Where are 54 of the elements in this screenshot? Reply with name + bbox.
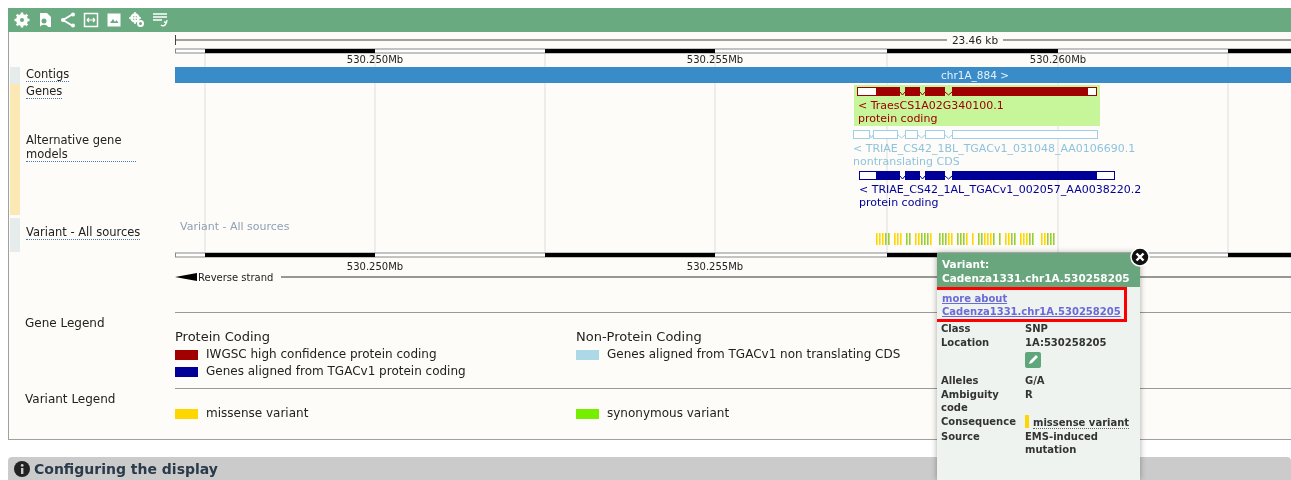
field-label: Class: [941, 322, 972, 335]
legend-title: Variant Legend: [24, 391, 117, 408]
ruler-tick-label: 530.250Mb: [346, 261, 404, 272]
legend-title: Gene Legend: [24, 315, 106, 332]
gene-biotype: protein coding: [858, 111, 938, 125]
gene-model[interactable]: [857, 87, 1097, 96]
track-label[interactable]: Alternative gene models: [26, 133, 136, 162]
list-icon[interactable]: [152, 12, 168, 28]
legend-label: Genes aligned from TGACv1 non translating CDS: [607, 346, 901, 363]
field-value: EMS-induced mutation: [1025, 430, 1099, 456]
track-label[interactable]: Genes: [26, 84, 63, 99]
gear-icon[interactable]: [14, 12, 30, 28]
info-icon: [14, 461, 30, 477]
field-label: Consequence: [941, 415, 1017, 429]
field-value: R: [1025, 388, 1033, 401]
ruler-tick-label: 530.260Mb: [1029, 54, 1087, 65]
edit-icon[interactable]: [1025, 352, 1041, 368]
field-value: 1A:530258205: [1025, 337, 1107, 348]
gene-model[interactable]: [859, 171, 1115, 180]
legend-heading: Protein Coding: [175, 329, 271, 344]
gene-biotype: nontranslating CDS: [853, 154, 960, 168]
share-icon[interactable]: [60, 12, 76, 28]
track-handle[interactable]: [10, 218, 20, 252]
scale-length: 23.46 kb: [951, 34, 999, 46]
window-icon[interactable]: [83, 12, 99, 28]
image-icon[interactable]: [106, 12, 122, 28]
field-value: SNP: [1025, 322, 1048, 335]
gene-name[interactable]: < TraesCS1A02G340100.1: [858, 99, 1004, 112]
legend-label: synonymous variant: [607, 405, 730, 422]
legend-label: IWGSC high confidence protein coding: [206, 346, 437, 363]
more-about-link[interactable]: more about Cadenza1331.chr1A.530258205: [942, 292, 1124, 318]
track-watermark-label: Variant - All sources: [180, 220, 290, 233]
popup-title: Variant: Cadenza1331.chr1A.530258205: [937, 253, 1140, 287]
ruler-tick-label: 530.255Mb: [686, 54, 744, 65]
legend-label: Genes aligned from TGACv1 protein coding: [206, 363, 466, 380]
field-value: G/A: [1025, 374, 1045, 387]
legend-heading: Non-Protein Coding: [576, 329, 702, 344]
document-icon[interactable]: [37, 12, 53, 28]
ruler-tick-label: 530.255Mb: [686, 261, 744, 272]
field-label: Ambiguity code: [941, 388, 1000, 414]
gene-name[interactable]: < TRIAE_CS42_1AL_TGACv1_002057_AA0038220.2: [859, 183, 1142, 196]
field-value[interactable]: missense variant: [1033, 417, 1130, 429]
field-label: Source: [941, 430, 981, 444]
variants-drawing[interactable]: [876, 233, 1055, 245]
gears-icon[interactable]: [129, 12, 145, 28]
legend-label: missense variant: [206, 405, 309, 422]
contig-label: chr1A_884 >: [941, 69, 1009, 81]
field-label: Alleles: [941, 374, 980, 387]
strand-label: Reverse strand: [198, 272, 274, 283]
track-label[interactable]: Variant - All sources: [26, 225, 141, 240]
field-label: Location: [941, 336, 991, 350]
track-label[interactable]: Contigs: [26, 67, 70, 82]
ruler-tick-label: 530.250Mb: [346, 54, 404, 65]
gene-biotype: protein coding: [859, 195, 939, 209]
